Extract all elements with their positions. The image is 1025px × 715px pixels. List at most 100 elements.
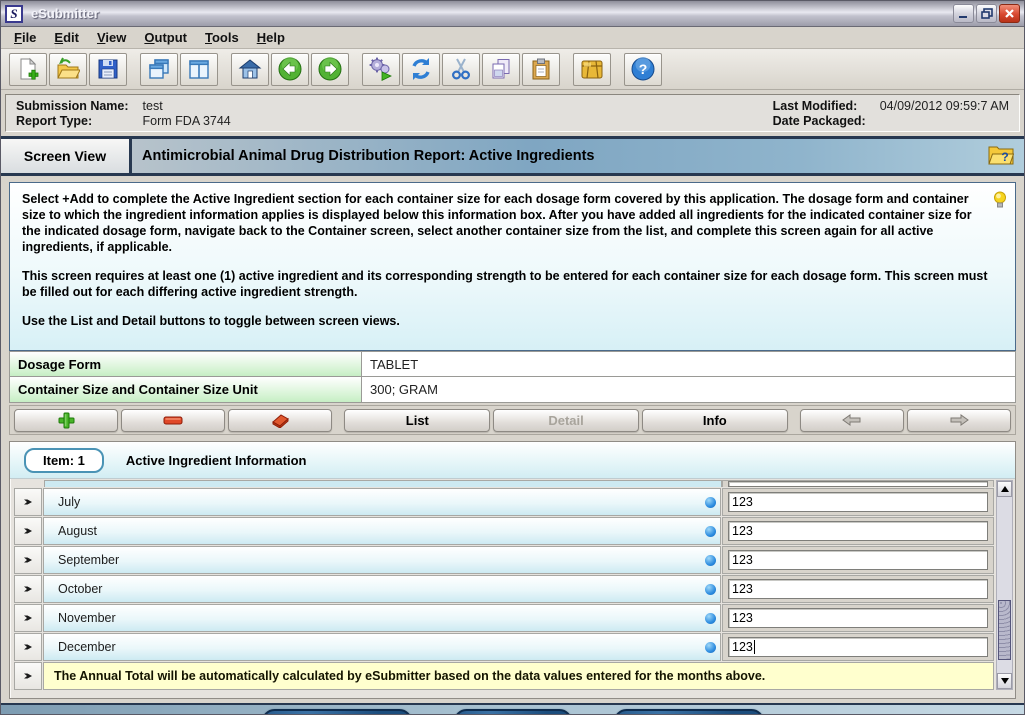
- minimize-button[interactable]: [953, 4, 974, 23]
- copy-button[interactable]: [482, 53, 520, 86]
- row-arrow-icon: [14, 488, 42, 516]
- menu-view[interactable]: View: [90, 28, 133, 47]
- menu-file[interactable]: File: [7, 28, 43, 47]
- save-button[interactable]: [89, 53, 127, 86]
- month-row-september: September 123: [14, 546, 994, 574]
- scrollbar-thumb[interactable]: [998, 600, 1011, 660]
- refresh-button[interactable]: [402, 53, 440, 86]
- month-label: October: [43, 575, 721, 603]
- scroll-down-button[interactable]: [997, 673, 1012, 689]
- next-screen-button[interactable]: [614, 709, 764, 715]
- forward-button[interactable]: [311, 53, 349, 86]
- annual-total-note: The Annual Total will be automatically c…: [43, 662, 994, 690]
- refresh-icon: [408, 56, 434, 82]
- month-label: July: [43, 488, 721, 516]
- info-button[interactable]: Info: [642, 409, 788, 432]
- month-value-input-november[interactable]: 123: [728, 608, 988, 628]
- item-panel: Item: 1 Active Ingredient Information: [9, 441, 1016, 699]
- run-validation-button[interactable]: [362, 53, 400, 86]
- info-panel: Submission Name: test Report Type: Form …: [5, 94, 1020, 132]
- eraser-icon: [270, 413, 290, 428]
- screen-view-tab[interactable]: Screen View: [1, 139, 132, 173]
- item-header: Item: 1 Active Ingredient Information: [10, 442, 1015, 479]
- add-plus-icon: [58, 412, 75, 429]
- header-help-button[interactable]: ?: [988, 143, 1014, 170]
- help-icon: ?: [630, 56, 656, 82]
- vertical-scrollbar[interactable]: [996, 480, 1013, 690]
- outline-view-button[interactable]: Outline View: [454, 709, 572, 715]
- open-folder-icon: [56, 57, 80, 81]
- next-arrow-icon: [948, 413, 970, 427]
- screen-title: Antimicrobial Animal Drug Distribution R…: [142, 148, 595, 164]
- svg-text:?: ?: [639, 61, 648, 77]
- open-submission-button[interactable]: [49, 53, 87, 86]
- add-button[interactable]: [14, 409, 118, 432]
- dosage-form-row: Dosage Form TABLET: [9, 351, 1016, 377]
- month-value-input-october[interactable]: 123: [728, 579, 988, 599]
- screen-header: Screen View Antimicrobial Animal Drug Di…: [1, 136, 1024, 176]
- paste-button[interactable]: [522, 53, 560, 86]
- remove-button[interactable]: [121, 409, 225, 432]
- menu-tools[interactable]: Tools: [198, 28, 246, 47]
- cascade-windows-button[interactable]: [140, 53, 178, 86]
- next-item-button[interactable]: [907, 409, 1011, 432]
- gears-run-icon: [368, 56, 394, 82]
- row-arrow-icon: [14, 633, 42, 661]
- cut-button[interactable]: [442, 53, 480, 86]
- scroll-down-icon: [1001, 678, 1009, 684]
- text-caret: [754, 640, 755, 654]
- esubmitter-window: S eSubmitter File Edit View Output T: [0, 0, 1025, 715]
- month-rows: July 123 August: [14, 480, 994, 690]
- month-row-july: July 123: [14, 488, 994, 516]
- month-label: September: [43, 546, 721, 574]
- title-bar: S eSubmitter: [1, 1, 1024, 27]
- date-packaged-value: [880, 114, 1009, 128]
- month-row-november: November 123: [14, 604, 994, 632]
- home-button[interactable]: [231, 53, 269, 86]
- item-viewport: July 123 August: [10, 479, 1015, 698]
- report-type-label: Report Type:: [16, 114, 129, 128]
- package-icon: [579, 56, 605, 82]
- split-view-button[interactable]: [180, 53, 218, 86]
- scroll-up-button[interactable]: [997, 481, 1012, 497]
- menu-output[interactable]: Output: [137, 28, 194, 47]
- clipped-row-above: [14, 480, 994, 487]
- info-panel-wrap: Submission Name: test Report Type: Form …: [1, 90, 1024, 136]
- package-button[interactable]: [573, 53, 611, 86]
- previous-item-button[interactable]: [800, 409, 904, 432]
- month-value-input-august[interactable]: 123: [728, 521, 988, 541]
- toolbar: ?: [1, 49, 1024, 90]
- new-document-button[interactable]: [9, 53, 47, 86]
- row-arrow-icon: [14, 604, 42, 632]
- previous-screen-button[interactable]: [262, 709, 412, 715]
- submission-name-value: test: [143, 99, 231, 113]
- menu-help[interactable]: Help: [250, 28, 292, 47]
- list-button[interactable]: List: [344, 409, 490, 432]
- close-button[interactable]: [999, 4, 1020, 23]
- item-section-title: Active Ingredient Information: [126, 453, 307, 468]
- required-dot-icon: [705, 642, 716, 653]
- row-arrow-icon: [14, 662, 42, 690]
- back-icon: [277, 56, 303, 82]
- row-arrow-icon: [14, 575, 42, 603]
- delete-all-button[interactable]: [228, 409, 332, 432]
- required-dot-icon: [705, 526, 716, 537]
- menu-edit[interactable]: Edit: [47, 28, 86, 47]
- split-view-icon: [187, 57, 211, 81]
- restore-button[interactable]: [976, 4, 997, 23]
- help-button[interactable]: ?: [624, 53, 662, 86]
- menu-bar: File Edit View Output Tools Help: [1, 27, 1024, 49]
- month-row-august: August 123: [14, 517, 994, 545]
- instruction-paragraph-1: Select +Add to complete the Active Ingre…: [22, 191, 989, 255]
- save-icon: [96, 57, 120, 81]
- month-value-input-july[interactable]: 123: [728, 492, 988, 512]
- back-button[interactable]: [271, 53, 309, 86]
- detail-button: Detail: [493, 409, 639, 432]
- month-label: December: [43, 633, 721, 661]
- month-value-input-september[interactable]: 123: [728, 550, 988, 570]
- month-row-december: December 123: [14, 633, 994, 661]
- required-dot-icon: [705, 584, 716, 595]
- paste-clipboard-icon: [529, 57, 553, 81]
- month-value-input-december[interactable]: 123: [728, 637, 988, 657]
- dosage-form-label: Dosage Form: [10, 352, 362, 376]
